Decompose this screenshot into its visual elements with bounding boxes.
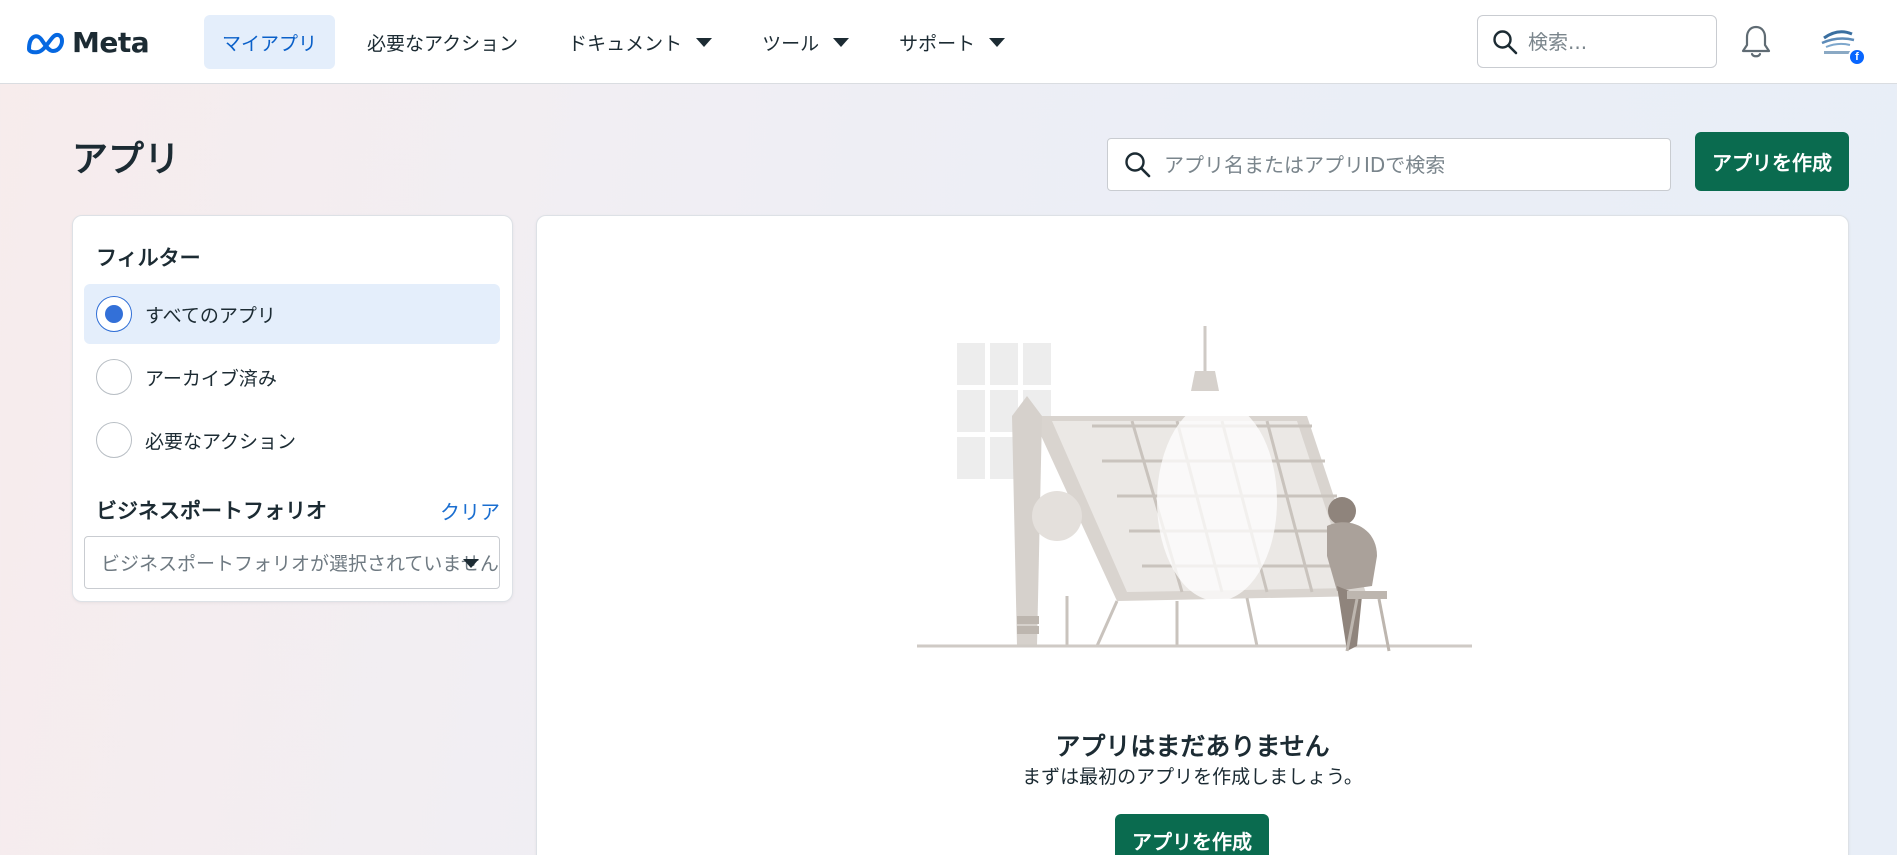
caret-down-icon <box>833 37 850 47</box>
global-search-input[interactable] <box>1528 29 1698 54</box>
caret-down-icon <box>463 559 479 568</box>
nav-label: 必要なアクション <box>367 32 519 55</box>
nav-label: ツール <box>762 32 820 55</box>
filter-option-all-apps[interactable]: すべてのアプリ <box>84 284 500 344</box>
business-portfolio-title: ビジネスポートフォリオ <box>96 499 327 523</box>
radio-button[interactable] <box>96 422 132 458</box>
search-icon <box>1125 151 1151 177</box>
create-app-button[interactable]: アプリを作成 <box>1695 132 1849 191</box>
caret-down-icon <box>696 37 713 47</box>
main-nav: マイアプリ 必要なアクション ドキュメント ツール サポート <box>204 15 1037 69</box>
radio-button[interactable] <box>96 296 132 332</box>
apps-main-panel: アプリはまだありません まずは最初のアプリを作成しましょう。 アプリを作成 <box>536 215 1849 855</box>
business-portfolio-clear-link[interactable]: クリア <box>440 496 500 525</box>
filter-option-label: 必要なアクション <box>145 430 297 453</box>
global-search[interactable] <box>1477 15 1717 68</box>
meta-logo[interactable]: Meta <box>24 26 150 59</box>
facebook-badge-icon: f <box>1848 48 1866 66</box>
empty-state-title: アプリはまだありません <box>1055 732 1330 761</box>
create-app-button-empty-state[interactable]: アプリを作成 <box>1115 814 1269 855</box>
filter-option-required-actions[interactable]: 必要なアクション <box>84 410 500 470</box>
page-title: アプリ <box>72 139 181 180</box>
bell-icon[interactable] <box>1740 24 1772 60</box>
brand-name: Meta <box>72 26 150 59</box>
business-portfolio-select[interactable]: ビジネスポートフォリオが選択されていません <box>84 536 500 589</box>
nav-documents[interactable]: ドキュメント <box>550 15 730 69</box>
business-portfolio-select-value: ビジネスポートフォリオが選択されていません <box>101 553 499 575</box>
app-search-input[interactable] <box>1164 152 1644 177</box>
nav-label: サポート <box>899 32 976 55</box>
empty-state-illustration <box>917 326 1472 652</box>
filter-title: フィルター <box>96 246 201 270</box>
caret-down-icon <box>989 37 1006 47</box>
search-icon <box>1493 29 1518 54</box>
nav-label: マイアプリ <box>222 32 318 55</box>
filter-panel: フィルター すべてのアプリ アーカイブ済み 必要なアクション ビジネスポートフォ… <box>72 215 513 602</box>
radio-dot <box>105 305 123 323</box>
empty-state-subtitle: まずは最初のアプリを作成しましょう。 <box>1022 766 1363 788</box>
app-search[interactable] <box>1107 138 1671 191</box>
nav-label: ドキュメント <box>568 32 683 55</box>
nav-my-apps[interactable]: マイアプリ <box>204 15 336 69</box>
filter-option-label: すべてのアプリ <box>145 304 276 327</box>
nav-support[interactable]: サポート <box>881 15 1023 69</box>
filter-option-archived[interactable]: アーカイブ済み <box>84 347 500 407</box>
meta-logo-icon <box>26 32 65 54</box>
nav-required-actions[interactable]: 必要なアクション <box>349 15 536 69</box>
filter-option-label: アーカイブ済み <box>145 367 277 390</box>
nav-tools[interactable]: ツール <box>744 15 867 69</box>
top-navigation-bar: Meta マイアプリ 必要なアクション ドキュメント ツール サポート 検索..… <box>0 0 1897 84</box>
radio-button[interactable] <box>96 359 132 395</box>
